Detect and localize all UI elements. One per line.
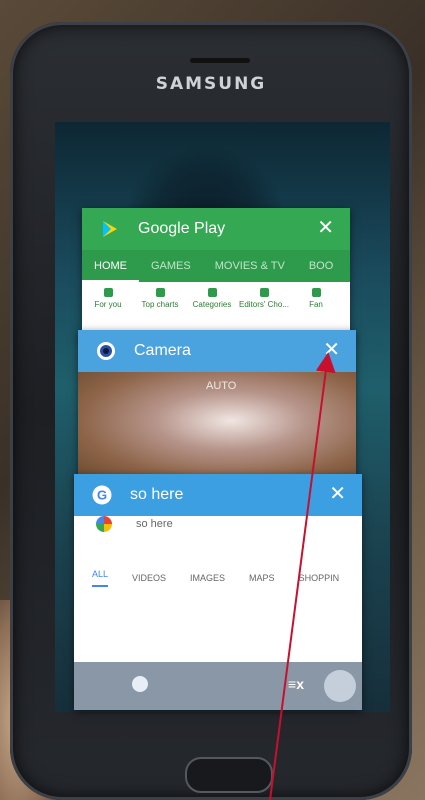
more-options-icon[interactable]	[324, 670, 356, 702]
recent-app-card-google-play[interactable]: Google Play ✕ HOME GAMES MOVIES & TV BOO…	[82, 208, 350, 340]
search-box[interactable]: so here	[74, 516, 362, 554]
tab-images[interactable]: IMAGES	[190, 573, 225, 583]
category-label: Editors' Cho...	[239, 300, 289, 309]
pie-chart-icon[interactable]	[132, 676, 148, 692]
category-top-charts[interactable]: Top charts	[134, 288, 186, 309]
category-editors-choice[interactable]: Editors' Cho...	[238, 288, 290, 309]
category-for-you[interactable]: For you	[82, 288, 134, 309]
recent-app-card-google-search[interactable]: G so here ✕ so here ALL VIDEOS IMAGES MA…	[74, 474, 362, 710]
tab-books[interactable]: BOO	[297, 260, 345, 272]
close-google-play-button[interactable]: ✕	[317, 218, 334, 238]
search-tabs: ALL VIDEOS IMAGES MAPS SHOPPIN	[74, 554, 362, 602]
category-label: Fan	[309, 300, 323, 309]
camera-icon	[97, 342, 115, 360]
close-camera-button[interactable]: ✕	[323, 340, 340, 360]
compass-icon	[103, 288, 113, 297]
tab-movies[interactable]: MOVIES & TV	[203, 260, 297, 272]
tab-videos[interactable]: VIDEOS	[132, 573, 166, 583]
svg-text:G: G	[97, 488, 107, 503]
tab-games[interactable]: GAMES	[139, 260, 203, 272]
play-tabs: HOME GAMES MOVIES & TV BOO	[82, 250, 350, 282]
brand-logo: SAMSUNG	[155, 74, 267, 94]
card-title: Camera	[134, 342, 191, 359]
google-logo-icon	[96, 516, 112, 532]
category-categories[interactable]: Categories	[186, 288, 238, 309]
card-header: Google Play ✕	[82, 208, 350, 250]
star-icon	[311, 288, 321, 297]
close-search-button[interactable]: ✕	[329, 484, 346, 504]
recent-app-card-camera[interactable]: Camera ✕ AUTO	[78, 330, 356, 480]
home-button[interactable]	[185, 757, 273, 793]
google-icon: G	[92, 485, 112, 505]
category-label: Categories	[192, 300, 232, 309]
card-header: G so here ✕	[74, 474, 362, 516]
close-all-icon[interactable]: ≡x	[288, 676, 304, 692]
card-title: so here	[130, 486, 184, 503]
tab-maps[interactable]: MAPS	[249, 573, 275, 583]
category-family[interactable]: Fan	[290, 288, 342, 309]
card-header: Camera ✕	[78, 330, 356, 372]
tab-shopping[interactable]: SHOPPIN	[299, 573, 340, 583]
speaker	[190, 58, 250, 63]
shapes-icon	[207, 288, 217, 297]
badge-icon	[259, 288, 269, 297]
camera-preview: AUTO	[78, 372, 356, 480]
recents-bottom-bar: ≡x	[74, 662, 362, 710]
play-categories: For you Top charts Categories Editors' C…	[82, 282, 350, 309]
chart-icon	[155, 288, 165, 297]
tab-all[interactable]: ALL	[92, 569, 109, 587]
category-label: For you	[94, 300, 122, 309]
search-query: so here	[136, 518, 173, 530]
camera-mode-label: AUTO	[206, 380, 237, 392]
category-label: Top charts	[141, 300, 179, 309]
play-store-icon	[103, 221, 117, 237]
tab-home[interactable]: HOME	[82, 250, 139, 282]
card-title: Google Play	[138, 220, 226, 237]
